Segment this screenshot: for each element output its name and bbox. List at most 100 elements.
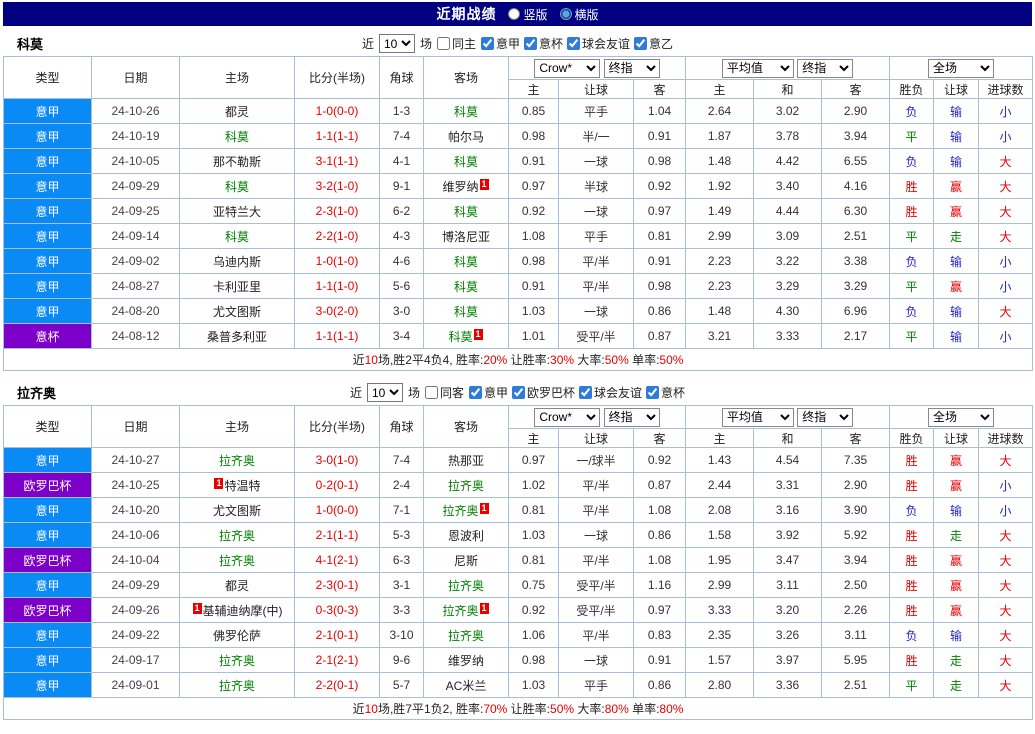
league-checkbox[interactable]: [634, 37, 648, 50]
home-team-cell[interactable]: 尤文图斯: [179, 497, 295, 523]
average-time-select[interactable]: 终指: [797, 58, 854, 78]
home-team-cell[interactable]: 乌迪内斯: [179, 248, 295, 274]
league-filter-意甲[interactable]: 意甲: [468, 384, 508, 401]
layout-option-vertical[interactable]: 竖版: [508, 6, 548, 23]
score-cell[interactable]: 2-1(2-1): [294, 647, 380, 673]
away-team-cell[interactable]: 科莫: [423, 198, 509, 224]
away-team-cell[interactable]: 拉齐奥 1: [423, 597, 509, 623]
same-venue-filter[interactable]: 同主: [436, 35, 476, 52]
home-team-cell[interactable]: 1 特温特: [179, 472, 295, 498]
home-team-cell[interactable]: 那不勒斯: [179, 148, 295, 174]
league-checkbox[interactable]: [567, 37, 581, 50]
away-team-cell[interactable]: 拉齐奥: [423, 572, 509, 598]
away-team-cell[interactable]: 科莫 1: [423, 323, 509, 349]
away-team-cell[interactable]: 博洛尼亚: [423, 223, 509, 249]
home-team-cell[interactable]: 拉齐奥: [179, 447, 295, 473]
home-team-cell[interactable]: 都灵: [179, 572, 295, 598]
league-filter-欧罗巴杯[interactable]: 欧罗巴杯: [512, 384, 575, 401]
score-cell[interactable]: 1-0(0-0): [294, 98, 380, 124]
same-venue-checkbox[interactable]: [424, 386, 438, 399]
home-team-cell[interactable]: 都灵: [179, 98, 295, 124]
league-checkbox[interactable]: [480, 37, 494, 50]
away-team-cell[interactable]: 科莫: [423, 98, 509, 124]
score-cell[interactable]: 2-2(1-0): [294, 223, 380, 249]
league-filter-球会友谊[interactable]: 球会友谊: [579, 384, 642, 401]
away-team-cell[interactable]: 帕尔马: [423, 123, 509, 149]
away-team-cell[interactable]: 维罗纳: [423, 647, 509, 673]
away-team-cell[interactable]: 科莫: [423, 148, 509, 174]
bookmaker-select[interactable]: Crow*: [534, 58, 601, 78]
away-team-cell[interactable]: 尼斯: [423, 547, 509, 573]
handicap-cell: 平/半: [558, 248, 634, 274]
league-filter-意杯[interactable]: 意杯: [524, 35, 563, 52]
score-cell[interactable]: 4-1(2-1): [294, 547, 380, 573]
away-team-cell[interactable]: 热那亚: [423, 447, 509, 473]
home-team-cell[interactable]: 拉齐奥: [179, 522, 295, 548]
home-team-cell[interactable]: 亚特兰大: [179, 198, 295, 224]
score-cell[interactable]: 1-1(1-1): [294, 123, 380, 149]
away-team-cell[interactable]: 恩波利: [423, 522, 509, 548]
home-team-cell[interactable]: 拉齐奥: [179, 647, 295, 673]
away-team-cell[interactable]: 科莫: [423, 248, 509, 274]
score-cell[interactable]: 1-1(1-0): [294, 273, 380, 299]
avg-away-cell: 3.11: [821, 622, 891, 648]
home-team-cell[interactable]: 卡利亚里: [179, 273, 295, 299]
home-team-cell[interactable]: 科莫: [179, 223, 295, 249]
score-cell[interactable]: 2-1(1-1): [294, 522, 380, 548]
league-filter-意乙[interactable]: 意乙: [634, 35, 673, 52]
score-cell[interactable]: 2-2(0-1): [294, 672, 380, 698]
handicap-result-cell: 输: [933, 497, 980, 523]
scope-select[interactable]: 全场: [928, 407, 995, 427]
score-cell[interactable]: 3-0(2-0): [294, 298, 380, 324]
recent-count-select[interactable]: 10: [378, 34, 415, 53]
league-checkbox[interactable]: [468, 386, 482, 399]
same-venue-filter[interactable]: 同客: [424, 384, 464, 401]
score-cell[interactable]: 3-2(1-0): [294, 173, 380, 199]
average-select[interactable]: 平均值: [721, 58, 794, 78]
home-team-cell[interactable]: 科莫: [179, 123, 295, 149]
score-cell[interactable]: 2-1(0-1): [294, 622, 380, 648]
score-cell[interactable]: 2-3(1-0): [294, 198, 380, 224]
score-cell[interactable]: 0-2(0-1): [294, 472, 380, 498]
home-team-cell[interactable]: 1 基辅迪纳摩(中): [179, 597, 295, 623]
league-checkbox[interactable]: [646, 386, 660, 399]
score-cell[interactable]: 1-0(1-0): [294, 248, 380, 274]
recent-count-select[interactable]: 10: [366, 383, 403, 402]
odds-time-select[interactable]: 终指: [603, 407, 660, 427]
score-cell[interactable]: 2-3(0-1): [294, 572, 380, 598]
away-team-cell[interactable]: 拉齐奥: [423, 622, 509, 648]
vertical-radio[interactable]: [508, 8, 521, 20]
home-team-cell[interactable]: 拉齐奥: [179, 547, 295, 573]
bookmaker-select[interactable]: Crow*: [534, 407, 601, 427]
score-cell[interactable]: 0-3(0-3): [294, 597, 380, 623]
average-time-select[interactable]: 终指: [797, 407, 854, 427]
home-team-cell[interactable]: 拉齐奥: [179, 672, 295, 698]
layout-option-horizontal[interactable]: 横版: [559, 6, 599, 23]
home-team-cell[interactable]: 佛罗伦萨: [179, 622, 295, 648]
league-checkbox[interactable]: [524, 37, 537, 50]
score-cell[interactable]: 3-0(1-0): [294, 447, 380, 473]
horizontal-radio[interactable]: [559, 8, 572, 20]
away-team-cell[interactable]: 科莫: [423, 273, 509, 299]
league-checkbox[interactable]: [579, 386, 593, 399]
away-team-cell[interactable]: 维罗纳 1: [423, 173, 509, 199]
scope-select[interactable]: 全场: [928, 58, 995, 78]
score-cell[interactable]: 1-1(1-1): [294, 323, 380, 349]
home-team-cell[interactable]: 科莫: [179, 173, 295, 199]
away-team-cell[interactable]: 科莫: [423, 298, 509, 324]
score-cell[interactable]: 3-1(1-1): [294, 148, 380, 174]
league-filter-意杯[interactable]: 意杯: [646, 384, 685, 401]
league-filter-意甲[interactable]: 意甲: [480, 35, 520, 52]
home-team-cell[interactable]: 尤文图斯: [179, 298, 295, 324]
league-checkbox[interactable]: [512, 386, 525, 399]
league-filter-球会友谊[interactable]: 球会友谊: [567, 35, 630, 52]
away-team-cell[interactable]: AC米兰: [423, 672, 509, 698]
away-team-cell[interactable]: 拉齐奥 1: [423, 497, 509, 523]
score-cell[interactable]: 1-0(0-0): [294, 497, 380, 523]
home-team-cell[interactable]: 桑普多利亚: [179, 323, 295, 349]
same-venue-checkbox[interactable]: [436, 37, 450, 50]
odds-time-select[interactable]: 终指: [603, 58, 660, 78]
date-cell: 24-09-25: [91, 198, 180, 224]
average-select[interactable]: 平均值: [721, 407, 794, 427]
away-team-cell[interactable]: 拉齐奥: [423, 472, 509, 498]
